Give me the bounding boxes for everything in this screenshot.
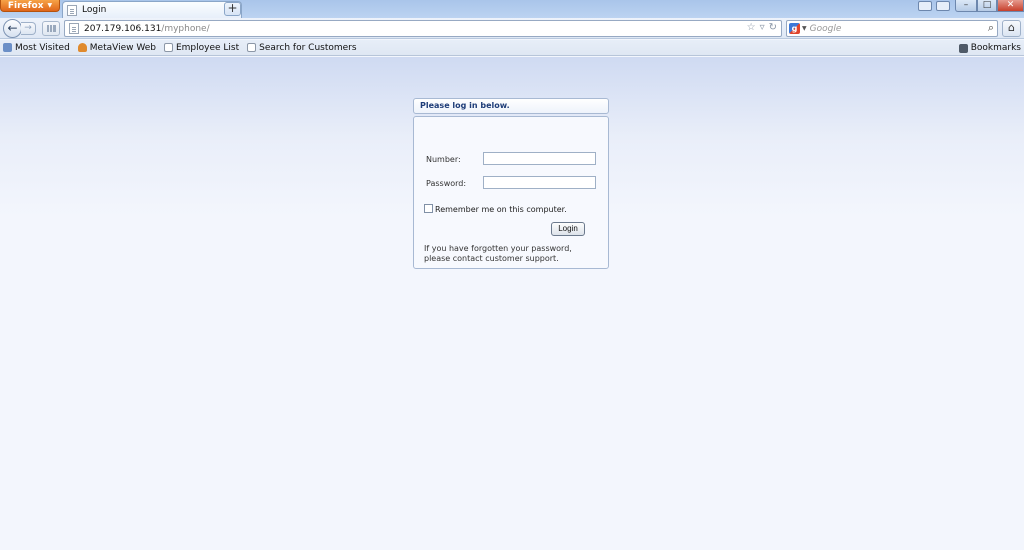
chevron-down-icon: ▼ <box>47 2 53 9</box>
tab-login[interactable]: Login <box>62 1 242 18</box>
google-icon[interactable]: g <box>789 23 800 34</box>
remember-me-label[interactable]: Remember me on this computer. <box>435 205 567 214</box>
forgot-password-text: If you have forgotten your password, ple… <box>424 244 572 263</box>
minimize-button[interactable]: – <box>955 0 977 12</box>
firefox-menu-label: Firefox <box>7 0 44 11</box>
close-window-button[interactable]: ✕ <box>997 0 1024 12</box>
arrow-right-icon: → <box>24 23 32 33</box>
forward-button[interactable]: → <box>21 22 36 35</box>
login-button[interactable]: Login <box>551 222 585 236</box>
back-button[interactable]: ← <box>3 19 22 38</box>
remember-me-checkbox[interactable] <box>424 204 433 213</box>
bookmark-search-for-customers[interactable]: Search for Customers <box>247 42 357 53</box>
login-panel-header: Please log in below. <box>413 98 609 114</box>
search-icon[interactable]: ⌕ <box>988 21 994 35</box>
firefox-menu-button[interactable]: Firefox ▼ <box>0 0 60 12</box>
home-icon: ⌂ <box>1008 21 1015 34</box>
maximize-button[interactable]: □ <box>977 0 997 12</box>
bookmark-metaview-web[interactable]: MetaView Web <box>77 42 156 53</box>
bar-chart-icon <box>47 25 56 32</box>
password-label: Password: <box>426 179 467 188</box>
reload-icon[interactable]: ↻ <box>769 22 777 33</box>
search-input[interactable]: Google <box>810 24 842 34</box>
bookmark-employee-list[interactable]: Employee List <box>163 42 240 53</box>
search-bar[interactable]: g ▼ Google ⌕ <box>786 20 998 37</box>
bookmark-most-visited[interactable]: Most Visited <box>3 43 70 53</box>
bookmark-label: Employee List <box>175 42 240 53</box>
metaview-icon <box>77 43 87 52</box>
dropdown-arrow-icon[interactable]: ▿ <box>760 22 765 33</box>
page-icon <box>163 43 173 52</box>
chevron-down-icon[interactable]: ▼ <box>802 25 807 32</box>
tray-icon[interactable] <box>936 1 950 11</box>
tab-title: Login <box>82 5 107 15</box>
number-field[interactable] <box>483 152 596 165</box>
new-tab-button[interactable]: + <box>224 2 241 16</box>
url-host: 207.179.106.131 <box>84 23 162 34</box>
bookmark-label: MetaView Web <box>89 42 156 53</box>
number-label: Number: <box>426 155 461 164</box>
page-icon <box>67 4 77 16</box>
title-bar: Firefox ▼ Login + – □ ✕ <box>0 0 1024 18</box>
navigation-toolbar: ← → 207.179.106.131 /myphone/ ☆ ▿ ↻ g ▼ … <box>0 18 1024 39</box>
bookmark-label: Most Visited <box>15 42 70 53</box>
history-button[interactable] <box>42 21 60 36</box>
bookmarks-icon <box>958 43 968 53</box>
star-icon[interactable]: ☆ <box>747 22 756 33</box>
home-button[interactable]: ⌂ <box>1002 20 1021 37</box>
bookmarks-toolbar: Most Visited MetaView Web Employee List … <box>0 40 1024 56</box>
arrow-left-icon: ← <box>7 21 18 35</box>
page-content: Please log in below. Number: Password: R… <box>0 57 1024 550</box>
password-field[interactable] <box>483 176 596 189</box>
url-path: /myphone/ <box>161 23 210 34</box>
page-icon <box>247 43 257 52</box>
bookmarks-menu-button[interactable]: Bookmarks <box>958 43 1021 53</box>
url-bar[interactable]: 207.179.106.131 /myphone/ ☆ ▿ ↻ <box>64 20 782 37</box>
bookmarks-menu-label: Bookmarks <box>970 43 1021 53</box>
most-visited-icon <box>3 43 12 52</box>
tray-icon[interactable] <box>918 1 932 11</box>
bookmark-label: Search for Customers <box>259 42 357 53</box>
site-identity-icon[interactable] <box>69 23 79 34</box>
login-form: Number: Password: Remember me on this co… <box>413 116 609 269</box>
